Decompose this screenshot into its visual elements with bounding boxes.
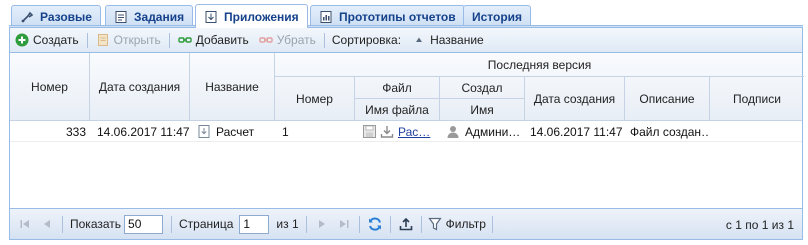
- col-signatures[interactable]: Подписи: [710, 77, 804, 121]
- toolbar: Создать Открыть Добавить Убрать Сортиров…: [10, 28, 802, 53]
- last-page-button[interactable]: [335, 215, 353, 233]
- col-created[interactable]: Дата создания: [90, 53, 190, 121]
- filter-label: Фильтр: [445, 217, 486, 231]
- add-label: Добавить: [195, 33, 249, 47]
- report-icon: [319, 10, 333, 24]
- tab-history[interactable]: История: [463, 5, 532, 27]
- filter-icon: [427, 217, 442, 231]
- page-number-input[interactable]: [239, 214, 270, 234]
- first-page-button[interactable]: [16, 215, 34, 233]
- cell-name-text: Расчет: [216, 124, 255, 139]
- export-button[interactable]: [397, 215, 415, 233]
- paging-separator: [420, 215, 422, 233]
- refresh-icon: [368, 217, 381, 231]
- create-label: Создать: [33, 33, 79, 47]
- plus-circle-icon: [15, 33, 29, 47]
- task-list-icon: [114, 10, 128, 24]
- col-name[interactable]: Название: [190, 53, 275, 121]
- table-row[interactable]: 333 14.06.2017 11:47 Расчет 1 Рас… Админ…: [10, 121, 802, 142]
- paging-separator: [171, 215, 173, 233]
- paging-separator: [62, 215, 63, 233]
- open-doc-icon: [96, 33, 110, 47]
- download-doc-icon: [198, 125, 210, 138]
- add-button[interactable]: Добавить: [173, 30, 254, 51]
- tab-zadaniya[interactable]: Задания: [105, 5, 194, 27]
- refresh-button[interactable]: [366, 215, 384, 233]
- col-number[interactable]: Номер: [10, 53, 90, 121]
- remove-button[interactable]: Убрать: [254, 30, 321, 51]
- paging-toolbar: Показать Страница из 1 Фильтр с 1 по 1 и…: [10, 208, 802, 239]
- cell-description: Файл создан…: [630, 124, 710, 139]
- cell-file: Рас…: [363, 121, 439, 142]
- col-created-by: Создал: [440, 77, 525, 98]
- paging-separator: [491, 215, 493, 233]
- toolbar-separator: [168, 32, 170, 48]
- page-size-input[interactable]: [124, 214, 164, 234]
- paging-separator: [305, 215, 307, 233]
- paging-separator: [358, 215, 360, 233]
- cell-version-created: 14.06.2017 11:47: [530, 124, 623, 139]
- user-icon: [447, 125, 459, 138]
- toolbar-separator: [86, 32, 88, 48]
- col-version-created[interactable]: Дата создания: [525, 77, 625, 121]
- page-count: из 1: [276, 217, 299, 231]
- wrench-icon: [20, 10, 34, 24]
- filter-button[interactable]: Фильтр: [426, 214, 488, 235]
- tab-prototypes[interactable]: Прототипы отчетов: [310, 5, 465, 27]
- tab-label: Разовые: [40, 9, 92, 24]
- cell-signatures: [716, 121, 802, 142]
- grid-header: Номер Дата создания Название Последняя в…: [10, 53, 804, 121]
- file-name-link[interactable]: Рас…: [398, 125, 430, 139]
- prev-page-button[interactable]: [38, 215, 56, 233]
- sort-name-button[interactable]: Название: [407, 30, 489, 51]
- save-icon[interactable]: [363, 125, 376, 138]
- cell-created: 14.06.2017 11:47: [97, 124, 190, 139]
- link-remove-icon: [259, 33, 273, 47]
- upload-icon: [399, 217, 412, 231]
- toolbar-separator: [323, 32, 325, 48]
- next-page-icon: [318, 220, 325, 228]
- col-file-name[interactable]: Имя файла: [355, 99, 440, 121]
- show-label: Показать: [70, 217, 122, 231]
- cell-creator: Админи…: [447, 121, 525, 142]
- col-file: Файл: [355, 77, 440, 98]
- remove-label: Убрать: [276, 33, 316, 47]
- first-page-icon: [20, 220, 29, 228]
- last-page-icon: [339, 220, 349, 228]
- tab-label: Прототипы отчетов: [339, 9, 456, 24]
- create-button[interactable]: Создать: [10, 30, 84, 51]
- download-icon[interactable]: [380, 125, 394, 138]
- tab-label: Задания: [134, 9, 185, 24]
- page-label: Страница: [179, 217, 234, 231]
- tab-label: История: [472, 9, 523, 24]
- col-version-number[interactable]: Номер: [275, 77, 355, 121]
- open-label: Открыть: [113, 33, 161, 47]
- download-doc-icon: [204, 10, 218, 24]
- tab-razovye[interactable]: Разовые: [11, 5, 101, 27]
- cell-number: 333: [65, 124, 86, 139]
- tab-label: Приложения: [224, 9, 299, 24]
- open-button[interactable]: Открыть: [91, 30, 166, 51]
- tab-prilozheniya[interactable]: Приложения: [195, 4, 308, 28]
- sort-asc-icon: [412, 33, 426, 47]
- cell-version-number: 1: [282, 124, 289, 139]
- creator-name: Админи…: [465, 124, 521, 139]
- attachments-panel: Создать Открыть Добавить Убрать Сортиров…: [9, 27, 804, 240]
- link-add-icon: [178, 33, 192, 47]
- sort-value: Название: [430, 33, 484, 47]
- sort-label: Сортировка:: [331, 33, 402, 47]
- col-latest-version: Последняя версия: [487, 57, 592, 72]
- tab-strip: Разовые Задания Приложения Прототипы отч…: [0, 0, 808, 28]
- paging-separator: [389, 215, 391, 233]
- col-creator-name[interactable]: Имя: [440, 99, 525, 121]
- prev-page-icon: [44, 220, 50, 228]
- grid-body: 333 14.06.2017 11:47 Расчет 1 Рас… Админ…: [10, 121, 802, 210]
- paging-info: с 1 по 1 из 1: [725, 217, 794, 232]
- col-description[interactable]: Описание: [625, 77, 710, 121]
- next-page-button[interactable]: [313, 215, 331, 233]
- cell-name: Расчет: [198, 121, 274, 142]
